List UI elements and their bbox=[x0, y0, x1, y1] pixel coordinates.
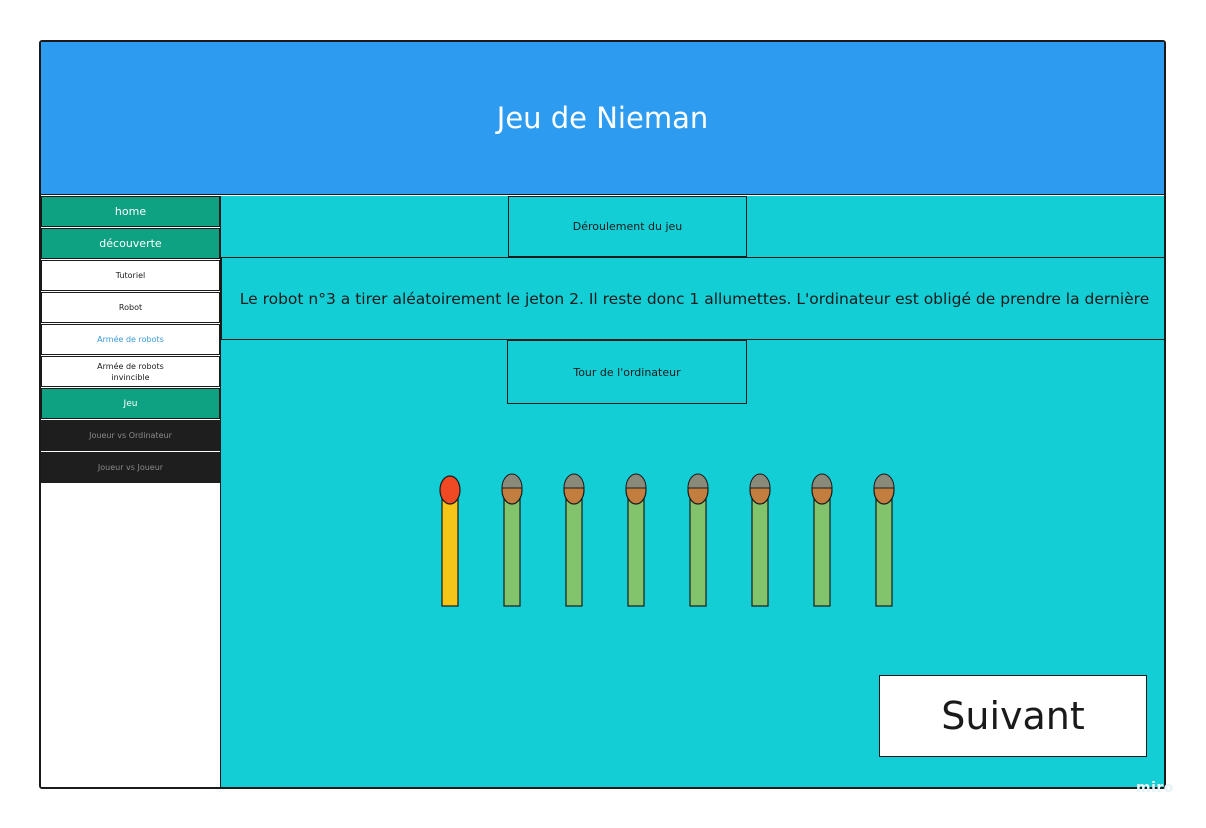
sidebar: home découverte Tutoriel Robot Armée de … bbox=[41, 196, 221, 787]
sidebar-item-joueur-vs-ordinateur[interactable]: Joueur vs Ordinateur bbox=[41, 420, 220, 451]
match-6 bbox=[749, 473, 771, 607]
sidebar-item-label: Armée de robots invincible bbox=[97, 361, 164, 382]
next-button-label: Suivant bbox=[941, 694, 1085, 738]
miro-watermark: miro bbox=[1136, 780, 1174, 796]
match-8 bbox=[873, 473, 895, 607]
sidebar-item-home[interactable]: home bbox=[41, 196, 220, 227]
match-5 bbox=[687, 473, 709, 607]
match-stick bbox=[503, 489, 521, 607]
match-head-cap bbox=[563, 473, 585, 489]
main-content: Déroulement du jeu Le robot n°3 a tirer … bbox=[221, 196, 1164, 787]
page-title: Jeu de Nieman bbox=[496, 101, 709, 135]
sidebar-item-label: Joueur vs Ordinateur bbox=[89, 431, 172, 440]
header: Jeu de Nieman bbox=[41, 42, 1164, 195]
match-head-cap bbox=[873, 473, 895, 489]
sidebar-item-joueur-vs-joueur[interactable]: Joueur vs Joueur bbox=[41, 452, 220, 483]
match-3 bbox=[563, 473, 585, 607]
sidebar-item-label: Joueur vs Joueur bbox=[97, 463, 164, 472]
sidebar-item-label: home bbox=[114, 205, 147, 218]
match-stick bbox=[751, 489, 769, 607]
match-head-cap bbox=[501, 473, 523, 489]
match-head-cap bbox=[811, 473, 833, 489]
sidebar-item-armee-invincible[interactable]: Armée de robots invincible bbox=[41, 356, 220, 387]
match-7 bbox=[811, 473, 833, 607]
app-frame: Jeu de Nieman home découverte Tutoriel R… bbox=[39, 40, 1166, 789]
sidebar-item-label: Robot bbox=[118, 303, 143, 312]
match-stick bbox=[875, 489, 893, 607]
match-head-cap bbox=[749, 473, 771, 489]
sidebar-item-label: découverte bbox=[99, 237, 162, 250]
sidebar-item-jeu[interactable]: Jeu bbox=[41, 388, 220, 419]
match-1 bbox=[439, 475, 461, 607]
next-button[interactable]: Suivant bbox=[879, 675, 1147, 757]
match-stick bbox=[813, 489, 831, 607]
match-2 bbox=[501, 473, 523, 607]
sidebar-item-label: Tutoriel bbox=[115, 271, 146, 280]
match-head bbox=[439, 475, 461, 505]
sidebar-item-tutoriel[interactable]: Tutoriel bbox=[41, 260, 220, 291]
match-stick bbox=[627, 489, 645, 607]
sidebar-item-decouverte[interactable]: découverte bbox=[41, 228, 220, 259]
match-stick bbox=[565, 489, 583, 607]
sidebar-item-armee-de-robots[interactable]: Armée de robots bbox=[41, 324, 220, 355]
sidebar-item-label: Jeu bbox=[123, 398, 138, 409]
match-4 bbox=[625, 473, 647, 607]
match-stick bbox=[689, 489, 707, 607]
match-head-cap bbox=[625, 473, 647, 489]
sidebar-item-label: Armée de robots bbox=[97, 335, 164, 344]
match-stick bbox=[441, 489, 459, 607]
sidebar-item-robot[interactable]: Robot bbox=[41, 292, 220, 323]
match-head-cap bbox=[687, 473, 709, 489]
